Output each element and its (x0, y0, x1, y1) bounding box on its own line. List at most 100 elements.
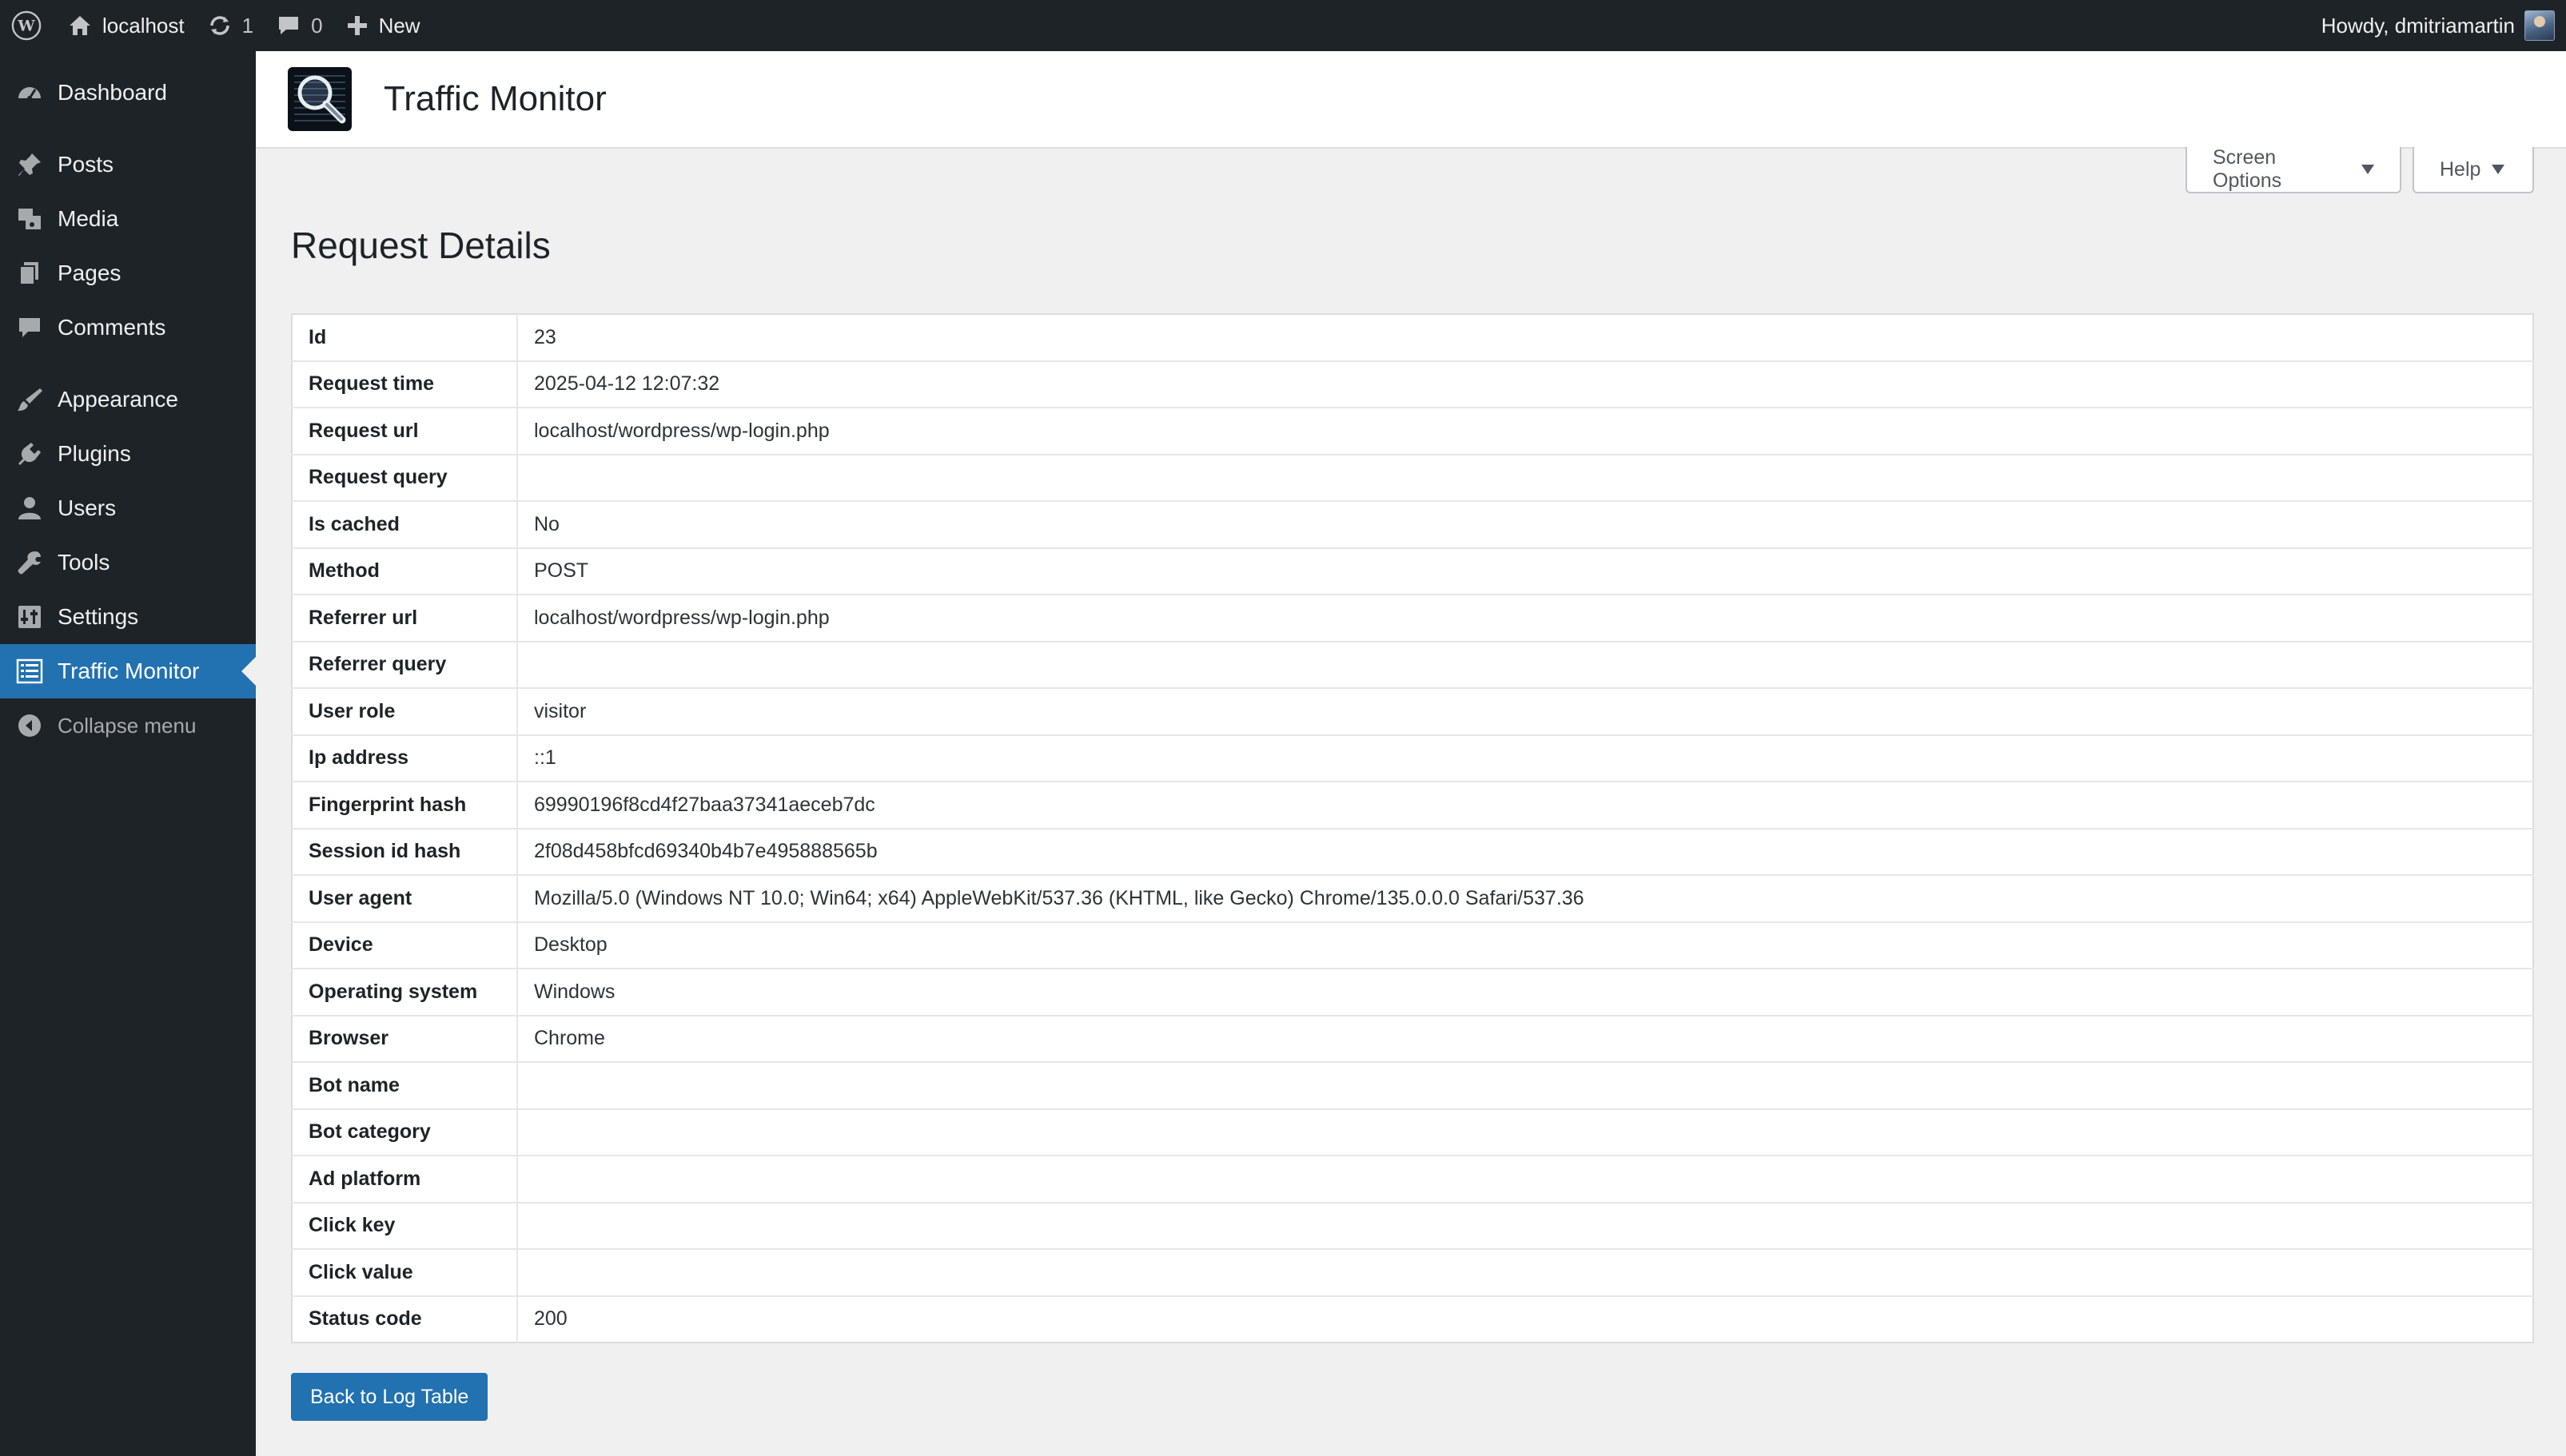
table-row: Bot category (292, 1108, 2533, 1156)
menu-separator (0, 120, 256, 137)
detail-key: Request time (292, 360, 518, 408)
back-to-log-table-button[interactable]: Back to Log Table (291, 1373, 488, 1421)
table-row: Click value (292, 1249, 2533, 1297)
request-details-table: Id 23 Request time 2025-04-12 12:07:32 Req… (291, 313, 2534, 1343)
sidebar-item-label: Settings (58, 604, 139, 629)
detail-value: 200 (534, 1307, 568, 1331)
pin-icon (16, 151, 43, 178)
media-icon (16, 205, 43, 233)
detail-key: Session id hash (292, 828, 518, 876)
table-row: Click key (292, 1202, 2533, 1250)
detail-value: Windows (517, 969, 2533, 1016)
detail-value (517, 1108, 2533, 1156)
list-icon (16, 658, 43, 685)
plugin-icon (16, 440, 43, 467)
detail-value: localhost/wordpress/wp-login.php (517, 595, 2533, 642)
sidebar-item-posts[interactable]: Posts (0, 137, 256, 192)
sidebar-item-dashboard[interactable]: Dashboard (0, 66, 256, 120)
sidebar-item-settings[interactable]: Settings (0, 590, 256, 644)
sidebar-item-users[interactable]: Users (0, 481, 256, 535)
detail-value: Mozilla/5.0 (Windows NT 10.0; Win64; x64… (517, 875, 2533, 923)
comment-icon (276, 13, 301, 38)
sidebar-item-label: Pages (58, 261, 122, 285)
detail-value: 2025-04-12 12:07:32 (517, 360, 2533, 408)
detail-key: Bot name (292, 1062, 518, 1110)
help-button[interactable]: Help (2413, 147, 2534, 193)
sidebar-item-tools[interactable]: Tools (0, 535, 256, 590)
detail-value (517, 1202, 2533, 1250)
sidebar-item-label: Appearance (58, 387, 179, 412)
sidebar-item-pages[interactable]: Pages (0, 246, 256, 300)
detail-key: Click key (292, 1202, 518, 1250)
detail-value: 23 (517, 314, 2533, 362)
table-row: User role visitor (292, 688, 2533, 736)
admin-bar: W localhost 1 0 New Howdy, dmitriamartin (0, 0, 2566, 51)
plugin-title: Traffic Monitor (384, 79, 607, 118)
detail-value (517, 1249, 2533, 1297)
home-icon (67, 13, 93, 38)
caret-down-icon (2361, 165, 2374, 174)
svg-text:W: W (17, 18, 35, 35)
detail-key: Status code (292, 1295, 518, 1343)
detail-value: localhost/wordpress/wp-login.php (517, 408, 2533, 455)
table-row: Method POST (292, 547, 2533, 595)
detail-value: ::1 (517, 734, 2533, 782)
collapse-menu-button[interactable]: Collapse menu (0, 698, 256, 753)
detail-key: Request query (292, 454, 518, 502)
new-content-link[interactable]: New (334, 0, 432, 51)
sidebar-item-appearance[interactable]: Appearance (0, 372, 256, 427)
updates-count: 1 (241, 13, 254, 38)
table-row: Session id hash 2f08d458bfcd69340b4b7e495… (292, 828, 2533, 876)
detail-key: User role (292, 688, 518, 736)
detail-key: Is cached (292, 501, 518, 549)
detail-key: Request url (292, 408, 518, 455)
detail-key: User agent (292, 875, 518, 923)
brush-icon (16, 386, 43, 413)
site-name-label: localhost (102, 13, 185, 38)
detail-value: 69990196f8cd4f27baa37341aeceb7dc (517, 782, 2533, 829)
detail-key: Browser (292, 1015, 518, 1063)
wordpress-logo-icon[interactable]: W (0, 0, 56, 51)
my-account-link[interactable]: Howdy, dmitriamartin (2321, 0, 2555, 51)
sidebar-item-label: Users (58, 495, 117, 520)
sidebar-item-comments[interactable]: Comments (0, 300, 256, 355)
sidebar-item-plugins[interactable]: Plugins (0, 427, 256, 481)
table-row: Browser Chrome (292, 1015, 2533, 1063)
comments-link[interactable]: 0 (265, 0, 333, 51)
updates-icon (207, 13, 233, 38)
detail-value: POST (517, 547, 2533, 595)
detail-value (517, 1062, 2533, 1110)
menu-separator (0, 355, 256, 372)
table-row: Bot name (292, 1062, 2533, 1110)
user-icon (16, 495, 43, 522)
table-row: User agent Mozilla/5.0 (Windows NT 10.0; … (292, 875, 2533, 923)
avatar (2524, 10, 2555, 41)
detail-value: visitor (517, 688, 2533, 736)
detail-value: Chrome (517, 1015, 2533, 1063)
sidebar-item-label: Media (58, 206, 119, 231)
settings-icon (16, 603, 43, 631)
table-row: Id 23 (292, 314, 2533, 362)
detail-key: Referrer url (292, 595, 518, 642)
table-row: Request time 2025-04-12 12:07:32 (292, 360, 2533, 408)
site-name-link[interactable]: localhost (56, 0, 196, 51)
screen-options-button[interactable]: Screen Options (2185, 146, 2401, 193)
howdy-text: Howdy, dmitriamartin (2321, 13, 2515, 38)
detail-key: Click value (292, 1249, 518, 1297)
detail-key: Id (292, 314, 518, 362)
table-row: Device Desktop (292, 921, 2533, 969)
caret-down-icon (2492, 165, 2505, 174)
detail-key: Ad platform (292, 1156, 518, 1203)
detail-value: Desktop (517, 921, 2533, 969)
sidebar-item-label: Dashboard (58, 80, 167, 105)
table-row: Operating system Windows (292, 969, 2533, 1016)
collapse-icon (16, 712, 43, 739)
pages-icon (16, 260, 43, 287)
new-label: New (378, 13, 420, 38)
table-row: Ad platform (292, 1156, 2533, 1203)
sidebar-item-media[interactable]: Media (0, 192, 256, 246)
updates-link[interactable]: 1 (196, 0, 265, 51)
sidebar-item-traffic-monitor[interactable]: Traffic Monitor (0, 644, 256, 698)
detail-value (517, 1156, 2533, 1203)
sidebar-item-label: Traffic Monitor (58, 658, 200, 683)
